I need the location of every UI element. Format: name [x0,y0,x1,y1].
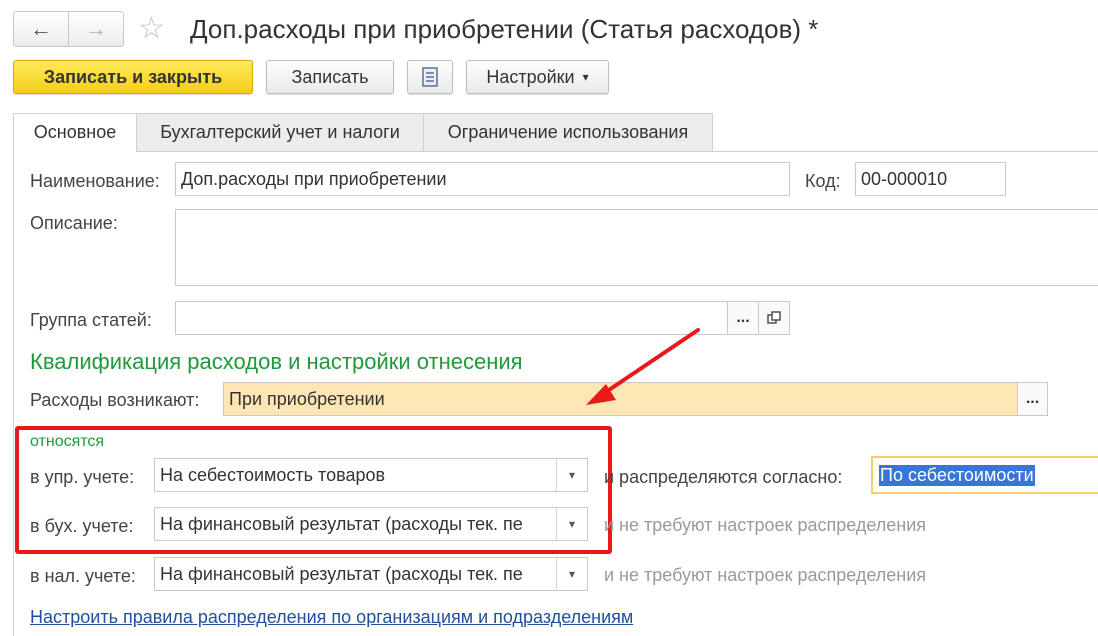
forward-button[interactable]: → [68,12,123,46]
window-title: Доп.расходы при приобретении (Статья рас… [190,14,819,44]
save-button[interactable]: Записать [266,60,394,94]
tab-accounting-taxes[interactable]: Бухгалтерский учет и налоги [136,113,424,152]
acct-select[interactable]: На финансовый результат (расходы тек. пе [154,507,588,541]
open-icon [767,311,781,324]
acct-note: и не требуют настроек распределения [604,515,927,535]
back-button[interactable]: ← [14,12,68,46]
panel-left-border [13,151,14,636]
navigation-buttons: ← → [13,11,124,47]
arrow-left-icon: ← [30,16,52,41]
tax-select-value: На финансовый результат (расходы тек. пе [160,563,523,584]
star-icon[interactable]: ☆ [138,12,165,46]
tax-label: в нал. учете: [30,566,136,586]
tab-main[interactable]: Основное [13,113,137,152]
name-input[interactable]: Доп.расходы при приобретении [175,162,790,196]
group-label: Группа статей: [30,310,152,330]
save-and-close-button[interactable]: Записать и закрыть [13,60,253,94]
group-select-button[interactable]: ... [727,301,759,335]
tax-dropdown-arrow-icon[interactable]: ▾ [556,558,587,590]
code-label: Код: [805,171,841,191]
description-label: Описание: [30,213,118,233]
acct-dropdown-arrow-icon[interactable]: ▾ [556,508,587,540]
acct-label: в бух. учете: [30,516,134,536]
mgmt-distribution-label: и распределяются согласно: [604,467,843,487]
tab-usage-restriction[interactable]: Ограничение использования [423,113,713,152]
group-open-button[interactable] [758,301,790,335]
tax-note: и не требуют настроек распределения [604,565,927,585]
arrow-right-icon: → [85,16,107,41]
acct-select-value: На финансовый результат (расходы тек. пе [160,513,523,534]
mgmt-dropdown-arrow-icon[interactable]: ▾ [556,459,587,491]
configure-distribution-link[interactable]: Настроить правила распределения по орган… [30,607,633,628]
settings-label: Настройки [486,66,575,87]
description-textarea[interactable] [175,209,1098,286]
annotation-arrow-icon [586,328,700,405]
list-icon [422,67,438,87]
document-menu-button[interactable] [407,60,453,94]
name-label: Наименование: [30,171,160,191]
mgmt-distribution-value: По себестоимости [879,464,1035,486]
chevron-down-icon: ▾ [582,70,589,84]
mgmt-distribution-input[interactable]: По себестоимости [871,456,1098,494]
relates-label: относятся [30,433,105,450]
tax-select[interactable]: На финансовый результат (расходы тек. пе [154,557,588,591]
arises-select-button[interactable]: ... [1017,382,1048,416]
mgmt-select[interactable]: На себестоимость товаров [154,458,588,492]
mgmt-label: в упр. учете: [30,467,135,487]
mgmt-select-value: На себестоимость товаров [160,464,386,485]
arises-label: Расходы возникают: [30,390,200,410]
settings-button[interactable]: Настройки ▾ [466,60,609,94]
section-title: Квалификация расходов и настройки отнесе… [30,349,523,374]
code-input[interactable]: 00-000010 [855,162,1006,196]
